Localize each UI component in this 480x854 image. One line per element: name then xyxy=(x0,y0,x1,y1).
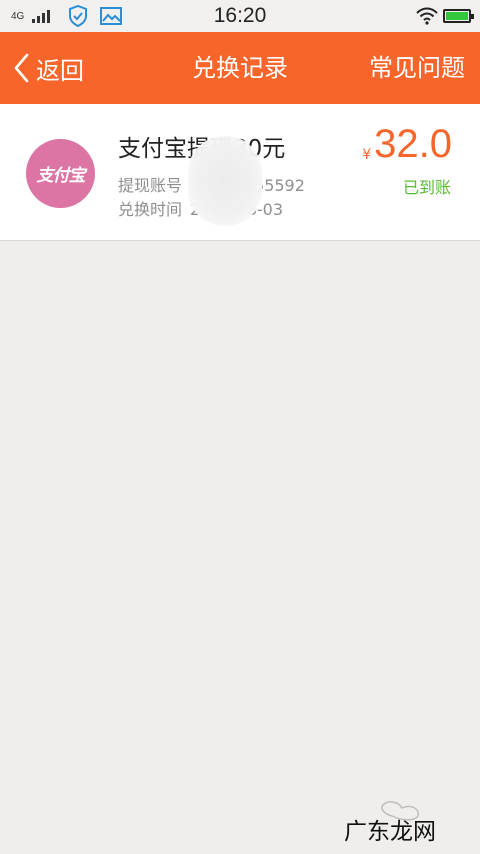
amount-value: 32.0 xyxy=(374,122,452,166)
back-label: 返回 xyxy=(36,56,84,85)
battery-level xyxy=(446,12,468,20)
alipay-logo: 支付宝 xyxy=(26,139,95,208)
faq-button[interactable]: 常见问题 xyxy=(369,32,465,104)
redemption-record-item[interactable]: 支付宝 支付宝提现30元 提现账号55592 兑换时间2016-08-03 ¥ … xyxy=(0,104,480,241)
clock: 16:20 xyxy=(213,4,267,27)
site-watermark: 广东龙网 xyxy=(344,800,464,848)
back-button[interactable]: 返回 xyxy=(12,32,84,104)
battery-tip xyxy=(471,14,474,19)
record-amount: ¥ 32.0 xyxy=(362,122,452,167)
battery-icon xyxy=(443,9,474,23)
app-bar: 兑换记录 返回 常见问题 xyxy=(0,32,480,104)
watermark-text: 广东龙网 xyxy=(344,819,436,845)
privacy-blur xyxy=(188,136,262,226)
chevron-left-icon xyxy=(14,53,29,83)
time-label: 兑换时间 xyxy=(118,200,183,219)
status-badge: 已到账 xyxy=(402,178,451,197)
alipay-logo-text: 支付宝 xyxy=(36,166,86,186)
status-bar: 4G 16:20 xyxy=(0,0,480,32)
currency-sign: ¥ xyxy=(362,147,372,163)
wifi-icon xyxy=(416,7,438,25)
account-label: 提现账号 xyxy=(118,176,183,195)
